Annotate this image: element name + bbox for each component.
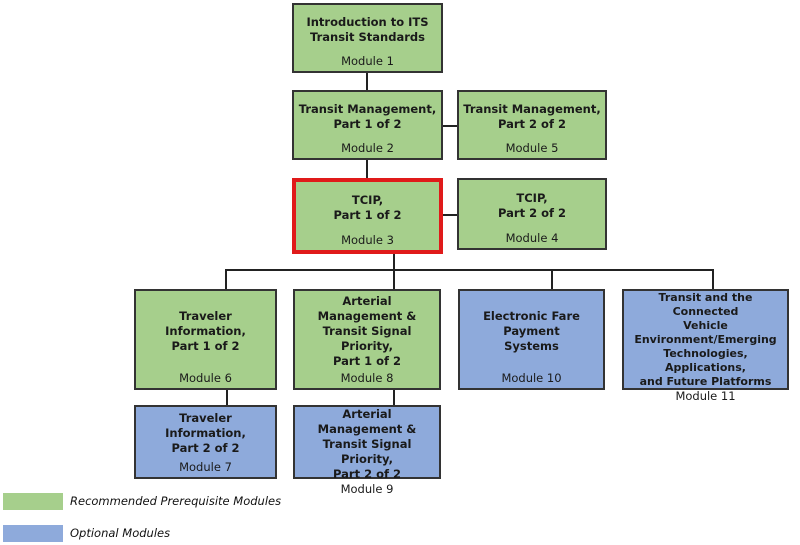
module-8-box: Arterial Management & Transit Signal Pri… — [293, 289, 441, 390]
module-number: Module 9 — [340, 482, 394, 496]
module-number: Module 7 — [179, 460, 232, 474]
module-title: TCIP, Part 2 of 2 — [498, 190, 566, 220]
connector-bus-m10 — [551, 269, 553, 289]
legend-label-optional: Optional Modules — [70, 526, 171, 540]
module-7-box: Traveler Information, Part 2 of 2 Module… — [134, 405, 277, 479]
module-2-box: Transit Management, Part 1 of 2 Module 2 — [292, 90, 443, 160]
module-6-box: Traveler Information, Part 1 of 2 Module… — [134, 289, 277, 390]
module-title: Arterial Management & Transit Signal Pri… — [317, 407, 417, 481]
module-number: Module 11 — [675, 389, 736, 403]
connector-m3-trunk — [393, 254, 395, 270]
connector-m8-m9 — [393, 390, 395, 405]
connector-bus-m8 — [393, 269, 395, 289]
module-number: Module 6 — [179, 371, 232, 385]
connector-m6-m7 — [226, 390, 228, 405]
module-number: Module 4 — [505, 231, 559, 245]
module-number: Module 2 — [341, 141, 394, 155]
connector-m2-m5 — [443, 125, 457, 127]
module-title: TCIP, Part 1 of 2 — [333, 192, 402, 222]
module-9-box: Arterial Management & Transit Signal Pri… — [293, 405, 441, 496]
legend-swatch-recommended — [3, 493, 63, 510]
module-title: Traveler Information, Part 1 of 2 — [165, 308, 246, 353]
legend-swatch-optional — [3, 525, 63, 542]
connector-m3-m4 — [443, 214, 457, 216]
module-3-box-highlighted: TCIP, Part 1 of 2 Module 3 — [292, 178, 443, 254]
module-number: Module 1 — [341, 54, 394, 68]
module-number: Module 3 — [341, 233, 394, 247]
module-title: Transit Management, Part 1 of 2 — [298, 101, 437, 131]
module-title: Arterial Management & Transit Signal Pri… — [317, 293, 417, 368]
module-title: Transit Management, Part 2 of 2 — [463, 101, 601, 131]
module-number: Module 5 — [505, 141, 559, 155]
connector-horizontal-bus — [225, 269, 714, 271]
connector-bus-m11 — [712, 269, 714, 289]
module-5-box: Transit Management, Part 2 of 2 Module 5 — [457, 90, 607, 160]
module-title: Introduction to ITS Transit Standards — [306, 14, 429, 44]
module-10-box: Electronic Fare Payment Systems Module 1… — [458, 289, 605, 390]
module-4-box: TCIP, Part 2 of 2 Module 4 — [457, 178, 607, 250]
module-title: Electronic Fare Payment Systems — [483, 308, 580, 353]
module-title: Traveler Information, Part 2 of 2 — [165, 411, 246, 455]
module-11-box: Transit and the Connected Vehicle Enviro… — [622, 289, 789, 403]
module-number: Module 8 — [340, 371, 394, 385]
connector-bus-m6 — [225, 269, 227, 289]
connector-m2-m3 — [366, 160, 368, 178]
legend-label-recommended: Recommended Prerequisite Modules — [70, 494, 282, 508]
module-number: Module 10 — [501, 371, 562, 385]
connector-m1-m2 — [366, 73, 368, 90]
module-1-box: Introduction to ITS Transit Standards Mo… — [292, 3, 443, 73]
module-title: Transit and the Connected Vehicle Enviro… — [634, 291, 777, 388]
